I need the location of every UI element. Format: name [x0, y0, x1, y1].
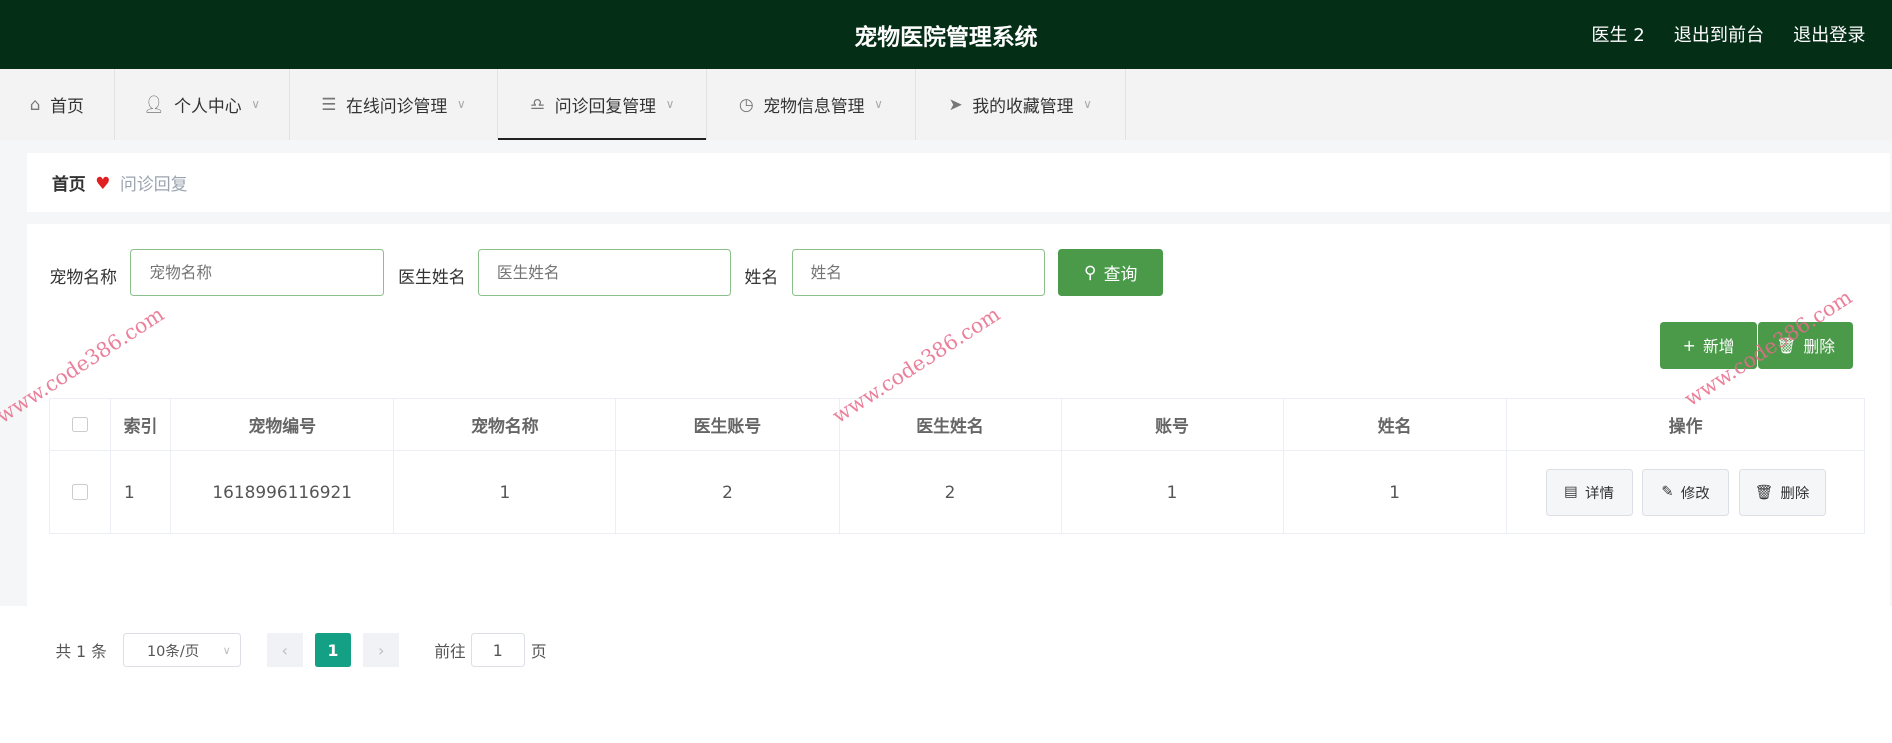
nav-consult-reply[interactable]: ♎︎ 问诊回复管理 ∨: [498, 68, 708, 140]
heart-icon: ♥: [95, 172, 111, 193]
nav-favorites[interactable]: ➤ 我的收藏管理 ∨: [916, 68, 1126, 140]
edit-button[interactable]: ✎ 修改: [1642, 468, 1729, 516]
logout-link[interactable]: 退出登录: [1793, 21, 1865, 47]
next-page-button[interactable]: ›: [363, 633, 400, 668]
breadcrumb: 首页 ♥ 问诊回复: [26, 153, 1890, 213]
nav-personal-center[interactable]: 👤︎ 个人中心 ∨: [115, 68, 290, 140]
chevron-down-icon: ∨: [456, 97, 466, 112]
pet-name-input[interactable]: [130, 248, 384, 296]
cell: 1: [394, 451, 617, 534]
data-table: 索引 宠物编号 宠物名称 医生账号 医生姓名 账号 姓名 操作 1 161899…: [49, 398, 1866, 535]
plus-icon: +: [1682, 336, 1696, 356]
cell: 1618996116921: [171, 451, 395, 534]
pet-name-label: 宠物名称: [49, 267, 117, 288]
main-panel: 宠物名称 医生姓名 姓名 ⚲ 查询 + 新增 🗑︎ 删除 索引 宠物编号 宠物名称 医…: [26, 224, 1890, 668]
page-size-value: 10条/页: [146, 643, 200, 660]
user-name[interactable]: 医生 2: [1591, 21, 1644, 47]
prev-page-button[interactable]: ‹: [266, 633, 303, 668]
chevron-down-icon: ∨: [222, 643, 231, 657]
cell: 2: [616, 451, 840, 534]
top-header: 宠物医院管理系统 医生 2 退出到前台 退出登录: [0, 0, 1892, 69]
cell: 2: [840, 451, 1062, 534]
nav-label: 个人中心: [174, 95, 242, 116]
col-header: 宠物编号: [171, 399, 395, 451]
document-icon: ▤: [1564, 484, 1578, 501]
list-icon: ☰: [321, 94, 337, 115]
chevron-down-icon: ∨: [251, 97, 261, 112]
nav-label: 在线问诊管理: [345, 95, 448, 116]
user-icon: 👤︎: [143, 93, 165, 114]
clock-icon: ◷: [738, 94, 754, 115]
page-size-select[interactable]: 10条/页 ∨: [123, 633, 242, 668]
chevron-down-icon: ∨: [874, 97, 883, 112]
chevron-down-icon: ∨: [1083, 97, 1092, 112]
query-label: 查询: [1103, 263, 1138, 284]
total-count: 共 1 条: [55, 642, 107, 662]
chevron-down-icon: ∨: [665, 97, 675, 112]
trash-icon: 🗑︎: [1754, 484, 1774, 501]
nav-label: 问诊回复管理: [554, 95, 656, 116]
home-icon: ⌂: [29, 94, 41, 115]
col-header: 医生姓名: [840, 399, 1062, 451]
nav-home[interactable]: ⌂ 首页: [0, 68, 115, 140]
select-all-checkbox[interactable]: [72, 416, 88, 433]
delete-label: 删除: [1780, 485, 1810, 502]
col-header: 宠物名称: [394, 399, 617, 451]
table-row: 1 1618996116921 1 2 2 1 1 ▤ 详情 ✎ 修改 🗑︎ 删除: [50, 451, 1865, 534]
row-actions: ▤ 详情 ✎ 修改 🗑︎ 删除: [1507, 451, 1865, 533]
table-header: 索引 宠物编号 宠物名称 医生账号 医生姓名 账号 姓名 操作: [50, 399, 1865, 452]
add-button[interactable]: + 新增: [1660, 322, 1757, 370]
breadcrumb-home[interactable]: 首页: [52, 170, 86, 195]
col-header: 索引: [111, 399, 172, 451]
query-button[interactable]: ⚲ 查询: [1058, 248, 1164, 296]
cell: 1: [1284, 451, 1507, 534]
goto-page-input[interactable]: 1: [470, 633, 525, 668]
nav-pet-info[interactable]: ◷ 宠物信息管理 ∨: [707, 68, 916, 140]
edit-label: 修改: [1680, 485, 1710, 502]
doctor-name-input[interactable]: [477, 248, 732, 296]
nav-label: 宠物信息管理: [763, 95, 865, 116]
doctor-name-label: 医生姓名: [398, 267, 466, 288]
back-to-front-link[interactable]: 退出到前台: [1674, 21, 1764, 47]
nav-label: 我的收藏管理: [972, 95, 1074, 116]
name-label: 姓名: [744, 267, 779, 288]
name-input[interactable]: [791, 248, 1045, 296]
send-icon: ➤: [948, 94, 963, 115]
top-nav: ⌂ 首页 👤︎ 个人中心 ∨ ☰ 在线问诊管理 ∨ ♎︎ 问诊回复管理 ∨ ◷ 宠物信息管理 ∨ …: [0, 68, 1892, 140]
nav-label: 首页: [50, 95, 84, 116]
trash-icon: 🗑︎: [1776, 336, 1797, 356]
row-checkbox[interactable]: [72, 484, 88, 500]
col-header: 姓名: [1284, 399, 1507, 451]
col-header: 账号: [1062, 399, 1284, 451]
detail-label: 详情: [1585, 485, 1614, 502]
search-icon: ⚲: [1083, 262, 1097, 283]
add-label: 新增: [1703, 337, 1735, 357]
detail-button[interactable]: ▤ 详情: [1545, 468, 1633, 516]
delete-label: 删除: [1803, 337, 1835, 357]
page-suffix: 页: [530, 642, 547, 662]
breadcrumb-current: 问诊回复: [120, 174, 188, 195]
nav-online-consult[interactable]: ☰ 在线问诊管理 ∨: [290, 68, 499, 140]
cell: 1: [1062, 451, 1284, 534]
goto-label: 前往: [434, 642, 466, 662]
batch-delete-button[interactable]: 🗑︎ 删除: [1758, 322, 1854, 370]
col-header: 操作: [1668, 416, 1703, 437]
cell: 1: [111, 451, 172, 534]
delete-button[interactable]: 🗑︎ 删除: [1738, 468, 1826, 516]
col-header: 医生账号: [616, 399, 840, 451]
page-1-button[interactable]: 1: [314, 633, 352, 668]
bell-icon: ♎︎: [529, 94, 546, 115]
content-area: 首页 ♥ 问诊回复 宠物名称 医生姓名 姓名 ⚲ 查询 + 新增 🗑︎ 删除 索引 宠…: [0, 139, 1892, 668]
edit-icon: ✎: [1661, 484, 1674, 501]
